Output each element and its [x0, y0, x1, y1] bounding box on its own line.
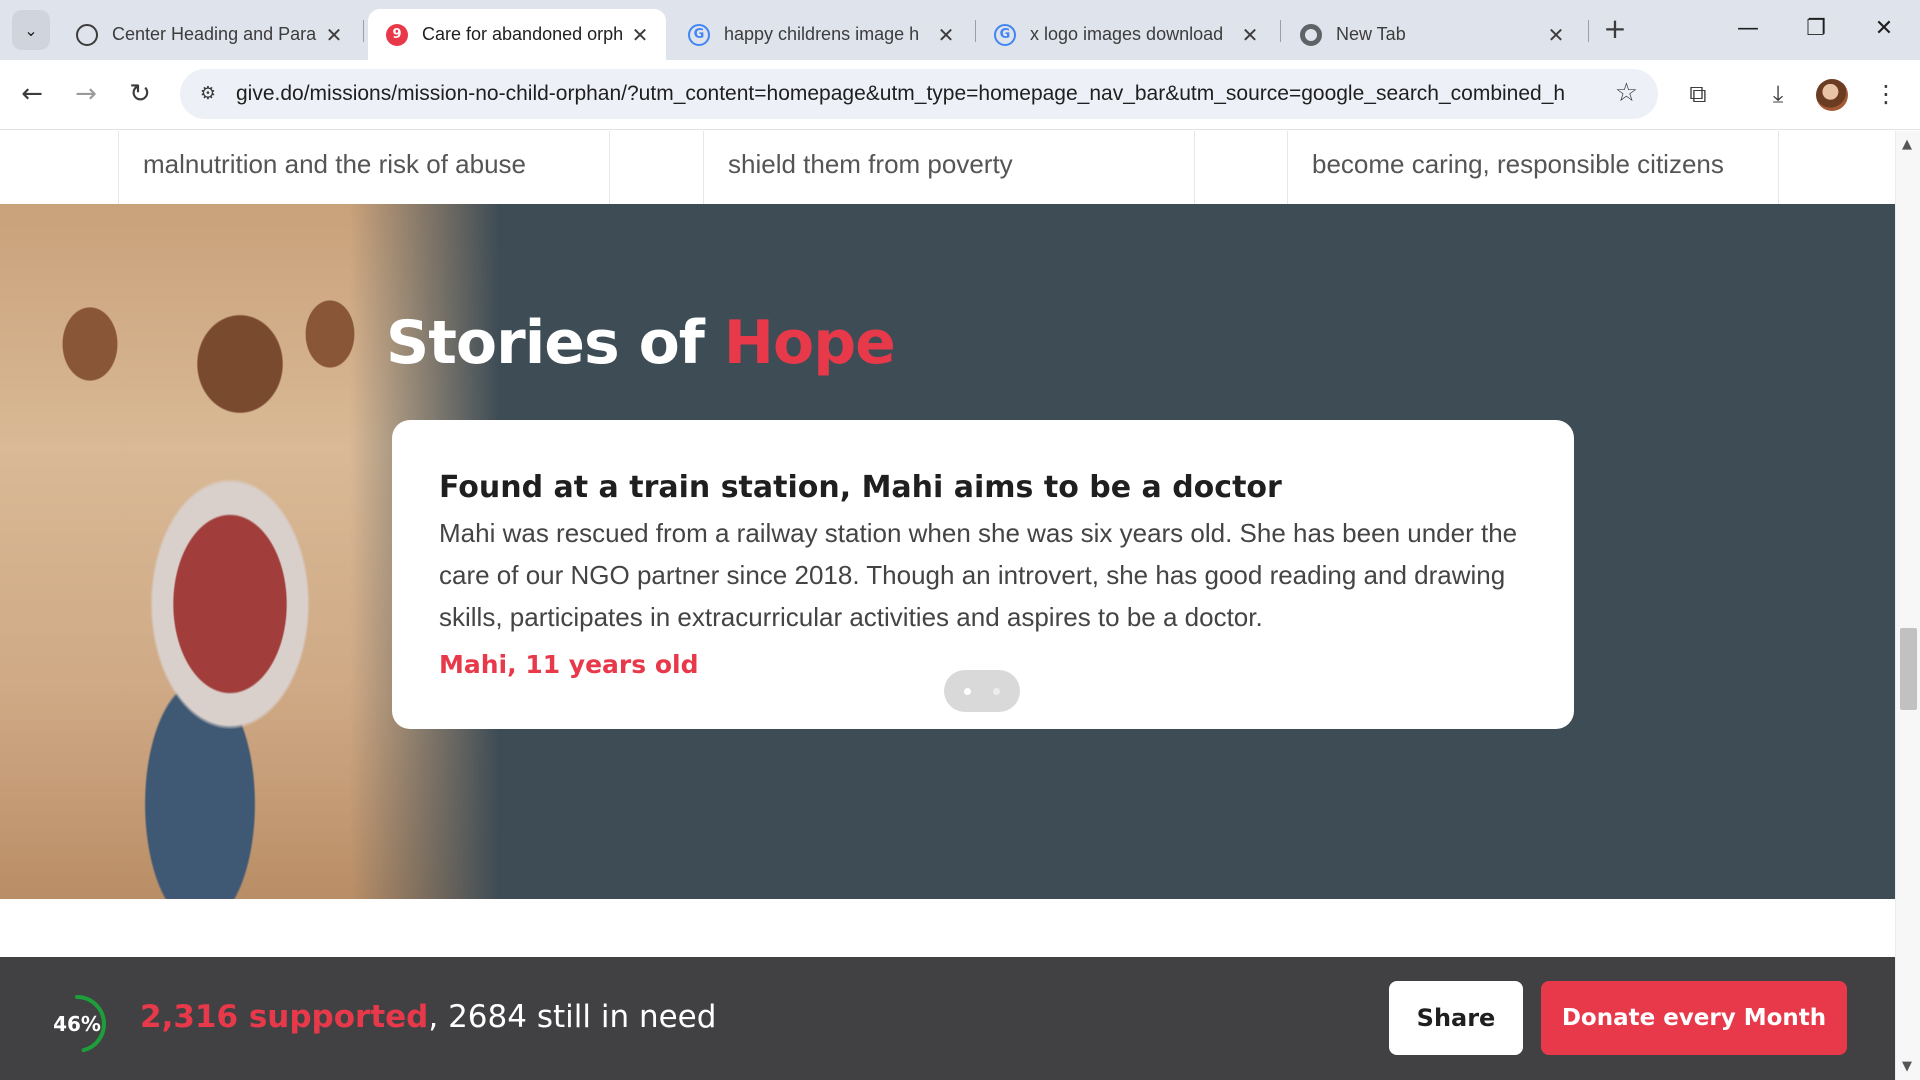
tab-separator	[363, 20, 364, 42]
close-icon[interactable]: ✕	[1544, 23, 1568, 47]
address-bar[interactable]: ⚙ give.do/missions/mission-no-child-orph…	[180, 69, 1658, 119]
site-info-icon[interactable]: ⚙	[194, 80, 222, 108]
tab-title: Center Heading and Para	[112, 24, 317, 44]
feature-text: malnutrition and the risk of abuse	[143, 149, 526, 179]
stories-section: Stories of Hope Found at a train station…	[0, 204, 1895, 899]
story-author: Mahi, 11 years old	[439, 650, 699, 679]
browser-toolbar: ← → ↻ ⚙ give.do/missions/mission-no-chil…	[0, 60, 1920, 130]
restore-button[interactable]: ❐	[1796, 12, 1836, 48]
extensions-button[interactable]: ⧉	[1680, 76, 1716, 112]
minimize-icon: —	[1737, 16, 1759, 41]
chevron-down-icon: ⌄	[24, 20, 38, 40]
openai-icon	[76, 23, 98, 46]
supported-count: 2,316 supported	[140, 999, 429, 1035]
more-vertical-icon: ⋮	[1874, 80, 1898, 108]
close-window-button[interactable]: ✕	[1864, 12, 1904, 48]
feature-card: shield them from poverty	[703, 131, 1195, 204]
stories-heading-highlight: Hope	[723, 308, 896, 378]
tab-title: x logo images download	[1030, 24, 1224, 44]
story-card: Found at a train station, Mahi aims to b…	[392, 420, 1574, 729]
tab-title: New Tab	[1336, 24, 1406, 44]
scroll-up-icon[interactable]: ▲	[1902, 137, 1912, 152]
close-icon[interactable]: ✕	[322, 23, 346, 47]
close-icon: ✕	[1874, 16, 1894, 41]
summary-separator: ,	[428, 999, 439, 1035]
reload-icon: ↻	[129, 79, 151, 109]
google-icon: G	[994, 23, 1016, 46]
restore-icon: ❐	[1806, 16, 1826, 41]
feature-card: malnutrition and the risk of abuse	[118, 131, 610, 204]
close-icon[interactable]: ✕	[628, 23, 652, 47]
profile-avatar[interactable]	[1816, 79, 1848, 111]
give-icon: 9	[386, 23, 408, 46]
page-viewport: malnutrition and the risk of abuse shiel…	[0, 131, 1895, 1080]
browser-tab-active[interactable]: 9 Care for abandoned orph ✕	[368, 9, 666, 60]
progress-percent: 46%	[53, 1012, 101, 1036]
chrome-icon	[1300, 23, 1322, 46]
menu-button[interactable]: ⋮	[1868, 76, 1904, 112]
story-title: Found at a train station, Mahi aims to b…	[439, 470, 1282, 505]
browser-tab-strip: ⌄ Center Heading and Para ✕ 9 Care for a…	[0, 0, 1920, 60]
tab-separator	[1280, 20, 1281, 42]
download-icon: ⤓	[1772, 80, 1784, 108]
tab-search-button[interactable]: ⌄	[12, 10, 50, 50]
scrollbar-thumb[interactable]	[1900, 628, 1917, 710]
arrow-left-icon: ←	[21, 79, 43, 109]
forward-button[interactable]: →	[66, 74, 106, 114]
reload-button[interactable]: ↻	[120, 74, 160, 114]
arrow-right-icon: →	[75, 79, 97, 109]
tab-separator	[1588, 20, 1589, 42]
feature-card: become caring, responsible citizens	[1287, 131, 1779, 204]
carousel-dot[interactable]	[993, 688, 1000, 695]
stories-heading: Stories of Hope	[386, 308, 896, 378]
puzzle-icon: ⧉	[1689, 80, 1707, 108]
browser-tab[interactable]: New Tab ✕	[1282, 9, 1582, 60]
plus-icon: +	[1603, 12, 1627, 45]
new-tab-button[interactable]: +	[1597, 12, 1633, 48]
close-icon[interactable]: ✕	[934, 23, 958, 47]
donate-monthly-button[interactable]: Donate every Month	[1541, 981, 1847, 1055]
still-in-need-count: 2684 still in need	[438, 999, 717, 1035]
browser-tab[interactable]: G x logo images download ✕	[976, 9, 1276, 60]
donation-bar: 46% 2,316 supported, 2684 still in need …	[0, 957, 1895, 1080]
browser-tab[interactable]: Center Heading and Para ✕	[58, 9, 360, 60]
page-scrollbar[interactable]: ▲ ▼	[1895, 131, 1920, 1080]
back-button[interactable]: ←	[12, 74, 52, 114]
bookmark-star-icon[interactable]: ☆	[1615, 78, 1638, 108]
share-button[interactable]: Share	[1389, 981, 1523, 1055]
support-summary: 2,316 supported, 2684 still in need	[140, 999, 716, 1035]
carousel-dot-active[interactable]	[964, 688, 971, 695]
stories-heading-prefix: Stories of	[386, 308, 705, 378]
close-icon[interactable]: ✕	[1238, 23, 1262, 47]
carousel-pagination	[944, 670, 1020, 712]
minimize-button[interactable]: —	[1728, 12, 1768, 48]
url-text[interactable]: give.do/missions/mission-no-child-orphan…	[236, 82, 1566, 106]
feature-text: become caring, responsible citizens	[1312, 149, 1724, 179]
browser-tab[interactable]: G happy childrens image h ✕	[670, 9, 972, 60]
tab-title: happy childrens image h	[724, 24, 920, 44]
tab-title: Care for abandoned orph	[422, 24, 624, 44]
feature-text: shield them from poverty	[728, 149, 1013, 179]
downloads-button[interactable]: ⤓	[1760, 76, 1796, 112]
scroll-down-icon[interactable]: ▼	[1902, 1059, 1912, 1074]
google-icon: G	[688, 23, 710, 46]
story-body: Mahi was rescued from a railway station …	[439, 518, 1518, 632]
